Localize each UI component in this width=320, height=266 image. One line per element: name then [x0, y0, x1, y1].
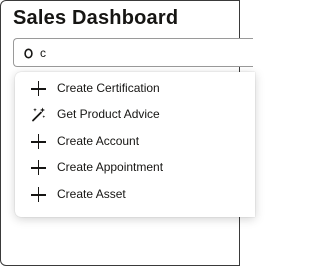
search-input[interactable]: [40, 43, 240, 63]
menu-item-create-certification[interactable]: Create Certification: [15, 75, 240, 101]
search-icon: [24, 48, 33, 59]
magic-wand-icon: [32, 107, 46, 122]
page-title: Sales Dashboard: [13, 7, 179, 29]
plus-icon: [31, 81, 46, 96]
plus-icon: [31, 187, 46, 202]
search-box[interactable]: [13, 38, 253, 67]
menu-item-label: Create Account: [57, 134, 140, 148]
plus-icon: [31, 160, 46, 175]
menu-item-get-product-advice[interactable]: Get Product Advice: [15, 101, 240, 127]
menu-item-label: Get Product Advice: [57, 107, 160, 121]
menu-item-create-account[interactable]: Create Account: [15, 128, 240, 154]
plus-icon: [31, 134, 46, 149]
menu-item-create-appointment[interactable]: Create Appointment: [15, 154, 240, 180]
menu-item-label: Create Asset: [57, 187, 126, 201]
menu-item-label: Create Appointment: [57, 160, 164, 174]
search-suggestions-dropdown: Create Certification Get Product Advice …: [15, 72, 255, 217]
menu-item-label: Create Certification: [57, 81, 160, 95]
menu-item-create-asset[interactable]: Create Asset: [15, 181, 240, 207]
